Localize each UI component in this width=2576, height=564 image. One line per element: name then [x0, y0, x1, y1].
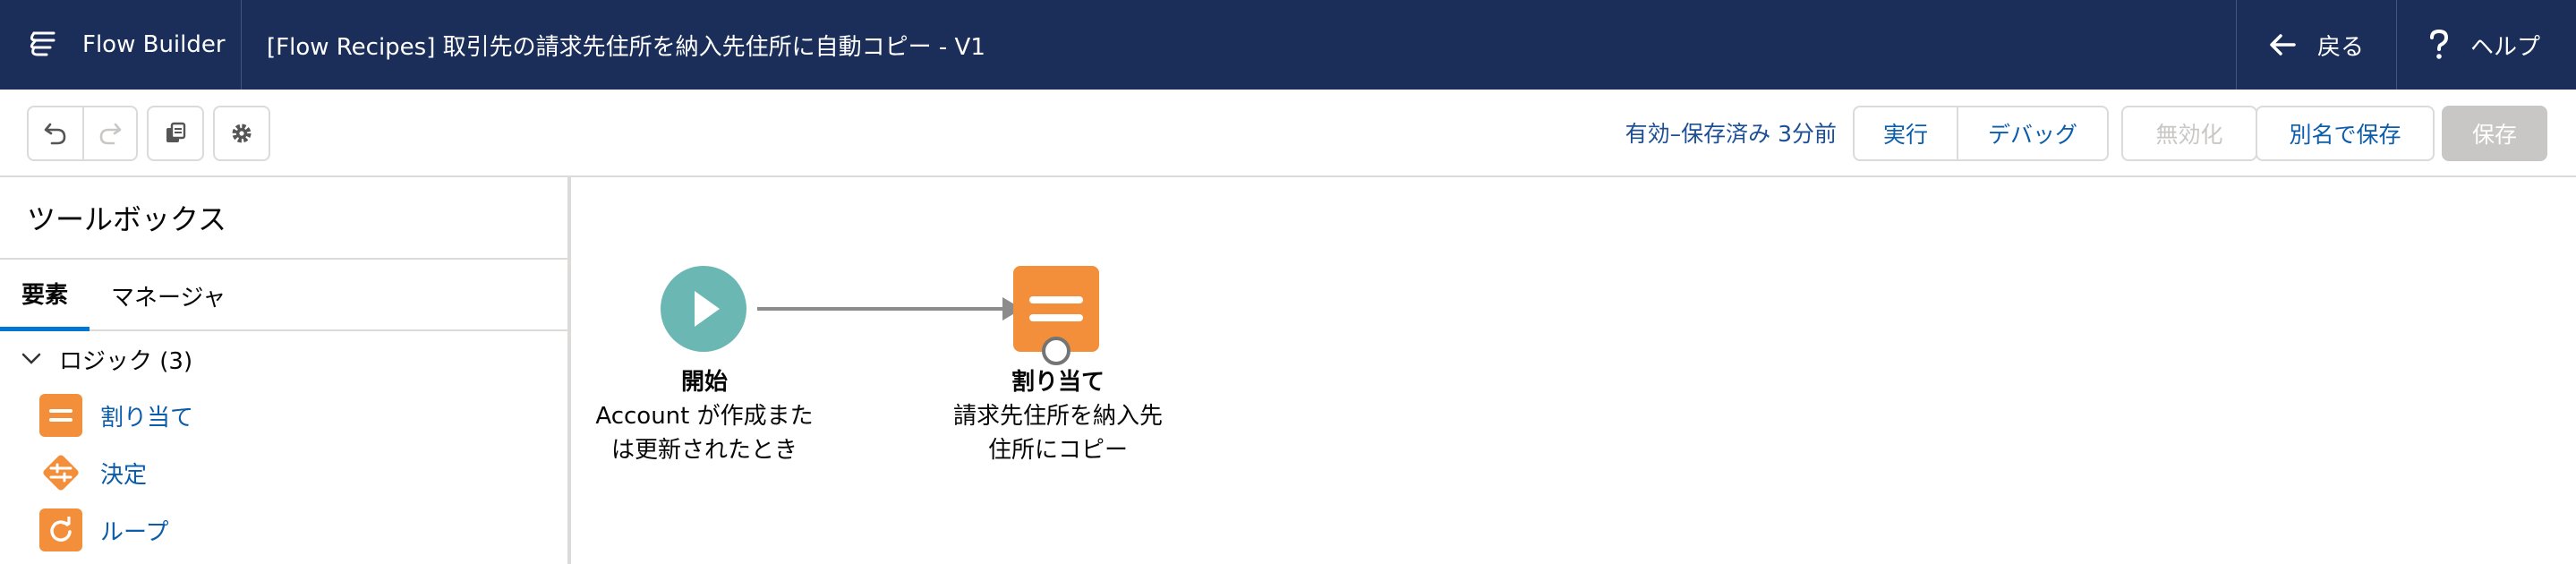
help-button[interactable]: ヘルプ	[2395, 0, 2576, 90]
run-button[interactable]: 実行	[1853, 106, 1958, 161]
flow-title: [Flow Recipes] 取引先の請求先住所を納入先住所に自動コピー - V…	[267, 33, 985, 61]
debug-button[interactable]: デバッグ	[1957, 106, 2109, 161]
toolbox-item-loop[interactable]: ループ	[0, 501, 567, 559]
assignment-node-label: 割り当て 請求先住所を納入先 住所にコピー	[937, 365, 1179, 467]
start-node-desc-line2: は更新されたとき	[610, 437, 798, 464]
save-button[interactable]: 保存	[2442, 106, 2547, 161]
start-node-name: 開始	[680, 369, 728, 396]
save-as-button[interactable]: 別名で保存	[2256, 106, 2435, 161]
chevron-down-icon	[21, 353, 41, 364]
back-label: 戻る	[2316, 33, 2364, 61]
tab-manager[interactable]: マネージャ	[90, 260, 247, 331]
assignment-node-name: 割り当て	[1011, 369, 1105, 396]
redo-icon	[99, 123, 122, 145]
assignment-node-desc-line1: 請求先住所を納入先	[952, 403, 1163, 430]
connector-anchor[interactable]	[1042, 337, 1070, 365]
settings-group	[213, 106, 270, 161]
status-text: 有効–保存済み 3分前	[1625, 121, 1837, 147]
play-icon	[695, 291, 720, 327]
copy-button[interactable]	[149, 107, 202, 159]
logic-section-label: ロジック (3)	[59, 347, 193, 375]
toolbox-item-label: ループ	[100, 518, 169, 546]
toolbox-item-decision[interactable]: 決定	[0, 444, 567, 501]
flow-builder-logo-icon	[30, 31, 55, 56]
app-header: Flow Builder [Flow Recipes] 取引先の請求先住所を納入…	[0, 0, 2576, 90]
back-button[interactable]: 戻る	[2235, 0, 2396, 90]
undo-icon	[44, 123, 66, 145]
start-node[interactable]	[661, 266, 746, 352]
toolbox-item-assignment[interactable]: 割り当て	[0, 387, 567, 444]
flow-connectors	[757, 297, 1022, 320]
logic-section-header[interactable]: ロジック (3)	[0, 331, 567, 387]
redo-button[interactable]	[82, 107, 136, 159]
toolbox-item-label: 割り当て	[100, 404, 194, 432]
arrow-left-icon	[2270, 34, 2296, 56]
app-brand: Flow Builder	[0, 0, 242, 90]
start-node-desc-line1: Account が作成また	[595, 403, 814, 430]
copy-group	[147, 106, 204, 161]
settings-button[interactable]	[215, 107, 269, 159]
gear-icon	[232, 124, 252, 143]
toolbar: 有効–保存済み 3分前 実行 デバッグ 無効化 別名で保存 保存	[0, 90, 2576, 177]
toolbox-panel: ツールボックス 要素 マネージャ ロジック (3) 割り当て 決定 ループ	[0, 177, 571, 564]
undo-redo-group	[27, 106, 138, 161]
app-name: Flow Builder	[82, 31, 226, 58]
start-node-label: 開始 Account が作成また は更新されたとき	[593, 365, 816, 467]
toolbox-tabs: 要素 マネージャ	[0, 260, 567, 331]
deactivate-button[interactable]: 無効化	[2121, 106, 2257, 161]
toolbox-item-label: 決定	[100, 461, 148, 489]
assignment-icon	[39, 394, 82, 437]
loop-icon	[39, 508, 82, 551]
tab-elements[interactable]: 要素	[0, 260, 90, 331]
copy-icon	[166, 122, 186, 142]
assignment-node-desc-line2: 住所にコピー	[987, 437, 1128, 464]
decision-icon	[39, 451, 82, 494]
undo-button[interactable]	[29, 107, 82, 159]
help-label: ヘルプ	[2469, 33, 2540, 61]
question-icon	[2429, 30, 2448, 59]
toolbox-title: ツールボックス	[0, 177, 567, 260]
flow-canvas[interactable]: 開始 Account が作成また は更新されたとき 割り当て 請求先住所を納入先…	[575, 177, 2576, 564]
